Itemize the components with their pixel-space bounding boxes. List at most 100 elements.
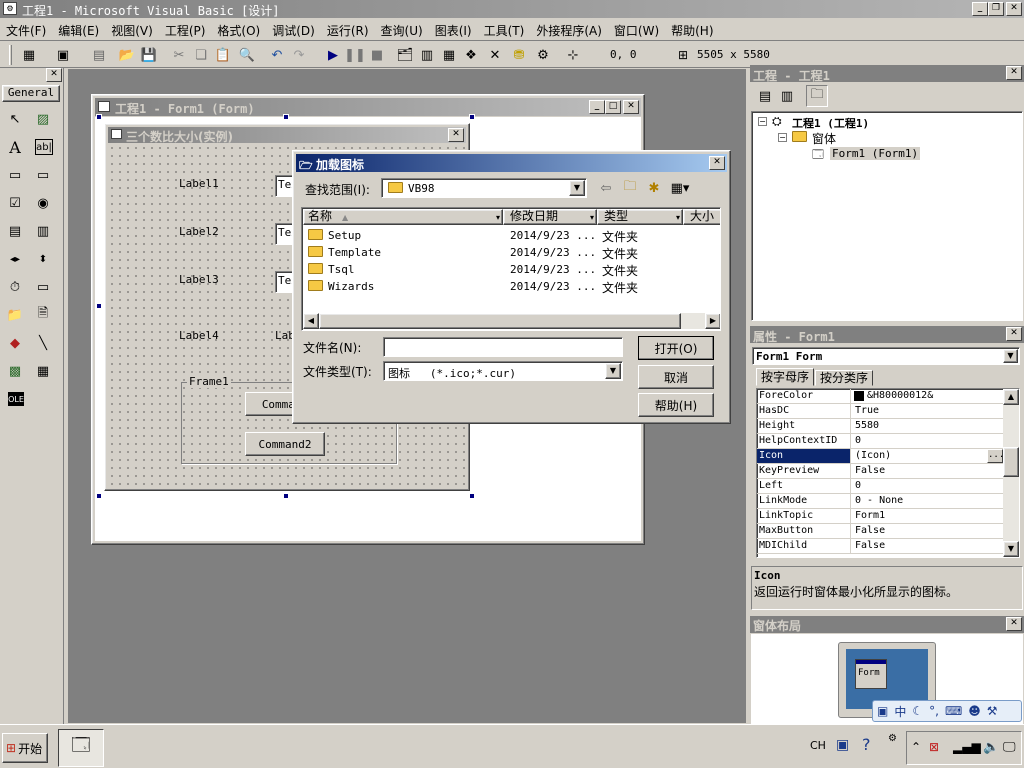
property-row[interactable]: Icon (Icon)...: [757, 449, 1004, 464]
dirlistbox-icon[interactable]: 📁: [4, 304, 26, 326]
col-name[interactable]: 名称 ▲ ▾: [303, 209, 503, 225]
undo-icon[interactable]: ↶: [266, 44, 288, 66]
data-view-icon[interactable]: ⛃: [508, 44, 530, 66]
restore-button[interactable]: ❐: [988, 2, 1004, 16]
object-dropdown[interactable]: ▼: [1003, 349, 1018, 363]
picturebox-icon[interactable]: ▨: [32, 108, 54, 130]
collapse-icon[interactable]: −: [758, 117, 767, 126]
textbox-icon[interactable]: ab|: [35, 139, 53, 155]
language-indicator[interactable]: CH: [810, 739, 826, 752]
scroll-left-icon[interactable]: ◀: [303, 313, 319, 329]
scroll-thumb[interactable]: [1003, 447, 1019, 477]
property-row[interactable]: Left 0: [757, 479, 1003, 494]
ime-user-icon[interactable]: ☻: [968, 704, 981, 718]
menu-item[interactable]: 文件(F): [6, 22, 46, 39]
property-value[interactable]: False: [853, 464, 885, 478]
help-tray-icon[interactable]: ?: [862, 735, 871, 754]
cancel-button[interactable]: 取消: [638, 365, 714, 389]
property-row[interactable]: HasDC True: [757, 404, 1003, 419]
menu-item[interactable]: 外接程序(A): [536, 22, 602, 39]
view-object-icon[interactable]: ▥: [776, 85, 798, 107]
menu-item[interactable]: 工程(P): [165, 22, 206, 39]
menu-item[interactable]: 图表(I): [435, 22, 472, 39]
component-manager-icon[interactable]: ⚙: [532, 44, 554, 66]
object-combo[interactable]: Form1 Form ▼: [752, 347, 1020, 365]
property-row[interactable]: MDIChild False: [757, 539, 1003, 554]
label2[interactable]: Label2: [179, 225, 219, 238]
dialog-close[interactable]: ✕: [709, 156, 725, 170]
form-designer-maximize[interactable]: □: [605, 100, 621, 114]
property-row[interactable]: KeyPreview False: [757, 464, 1003, 479]
scroll-thumb[interactable]: [319, 313, 681, 329]
menu-item[interactable]: 查询(U): [381, 22, 423, 39]
toolbox-icon[interactable]: ✕: [484, 44, 506, 66]
col-size[interactable]: 大小: [683, 209, 720, 225]
pointer-icon[interactable]: ↖: [4, 108, 26, 130]
menu-editor-icon[interactable]: ▤: [88, 44, 110, 66]
new-folder-icon[interactable]: ✱: [643, 177, 665, 199]
file-list-hscrollbar[interactable]: ◀ ▶: [303, 313, 720, 329]
lookin-combo[interactable]: VB98 ▼: [381, 178, 587, 198]
resize-handle[interactable]: [283, 114, 289, 120]
ime-tool-icon[interactable]: ⚒: [987, 704, 998, 718]
filetype-combo[interactable]: 图标 (*.ico;*.cur) ▼: [383, 361, 623, 381]
file-list[interactable]: 名称 ▲ ▾ 修改日期 ▾ 类型 ▾ 大小 Setup 2014/9/23 ... 文件…: [301, 207, 721, 331]
property-row[interactable]: ForeColor &H80000012&: [757, 389, 1003, 404]
object-browser-icon[interactable]: ❖: [460, 44, 482, 66]
project-tree[interactable]: − ⛭ 工程1 (工程1) − 窗体 🗔 Form1 (Form1): [751, 111, 1023, 321]
tray-expand-icon[interactable]: ⌃: [911, 740, 921, 754]
toggle-folders-icon[interactable]: 🗀: [806, 85, 828, 107]
display-icon[interactable]: 🖵: [1003, 740, 1016, 755]
hscrollbar-icon[interactable]: ◂▸: [4, 248, 26, 270]
add-project-icon[interactable]: ▦: [18, 44, 40, 66]
menu-item[interactable]: 帮助(H): [671, 22, 713, 39]
form-designer-minimize[interactable]: _: [589, 100, 605, 114]
properties-icon[interactable]: ▥: [416, 44, 438, 66]
menu-item[interactable]: 视图(V): [111, 22, 153, 39]
drivelistbox-icon[interactable]: ▭: [32, 276, 54, 298]
commandbutton-icon[interactable]: ▭: [32, 164, 54, 186]
menu-item[interactable]: 工具(T): [484, 22, 525, 39]
command2-button[interactable]: Command2: [245, 432, 325, 456]
filelistbox-icon[interactable]: 🗎: [32, 304, 54, 326]
up-folder-icon[interactable]: 🗀: [619, 177, 641, 199]
property-value[interactable]: False: [853, 524, 885, 538]
combobox-icon[interactable]: ▤: [4, 220, 26, 242]
property-value[interactable]: Form1: [853, 509, 885, 523]
save-icon[interactable]: 💾: [138, 44, 160, 66]
layout-close[interactable]: ✕: [1006, 617, 1022, 631]
property-row[interactable]: Height 5580: [757, 419, 1003, 434]
menu-item[interactable]: 运行(R): [327, 22, 369, 39]
resize-handle[interactable]: [469, 114, 475, 120]
label-icon[interactable]: A: [4, 136, 26, 158]
filename-input[interactable]: [383, 337, 623, 357]
form-designer-close[interactable]: ✕: [623, 100, 639, 114]
end-icon[interactable]: ■: [366, 44, 388, 66]
tab-alpha[interactable]: 按字母序: [756, 368, 814, 386]
lookin-dropdown[interactable]: ▼: [569, 180, 585, 196]
project-close[interactable]: ✕: [1006, 66, 1022, 80]
property-row[interactable]: MaxButton False: [757, 524, 1003, 539]
label3[interactable]: Label3: [179, 273, 219, 286]
close-button[interactable]: ✕: [1006, 2, 1022, 16]
form1-close[interactable]: ✕: [448, 128, 464, 142]
ime-options-icon[interactable]: ⚙: [888, 733, 897, 744]
copy-icon[interactable]: ❏: [190, 44, 212, 66]
property-value[interactable]: &H80000012&: [853, 389, 933, 403]
start-button[interactable]: ⊞ 开始: [2, 733, 48, 763]
list-item[interactable]: Tsql 2014/9/23 ... 文件夹: [302, 261, 720, 278]
collapse-icon[interactable]: −: [778, 133, 787, 142]
line-icon[interactable]: ╲: [32, 332, 54, 354]
toolbox-close-button[interactable]: ✕: [46, 68, 62, 82]
property-row[interactable]: LinkTopic Form1: [757, 509, 1003, 524]
property-row[interactable]: HelpContextID 0: [757, 434, 1003, 449]
network-error-icon[interactable]: ⊠: [929, 740, 939, 754]
resize-handle[interactable]: [96, 493, 102, 499]
property-value[interactable]: (Icon): [853, 449, 891, 463]
ime-tray-icon[interactable]: ▣: [836, 737, 849, 753]
checkbox-icon[interactable]: ☑: [4, 192, 26, 214]
tab-category[interactable]: 按分类序: [815, 370, 873, 386]
back-icon[interactable]: ⇦: [595, 177, 617, 199]
list-item[interactable]: Wizards 2014/9/23 ... 文件夹: [302, 278, 720, 295]
find-icon[interactable]: 🔍: [236, 44, 258, 66]
